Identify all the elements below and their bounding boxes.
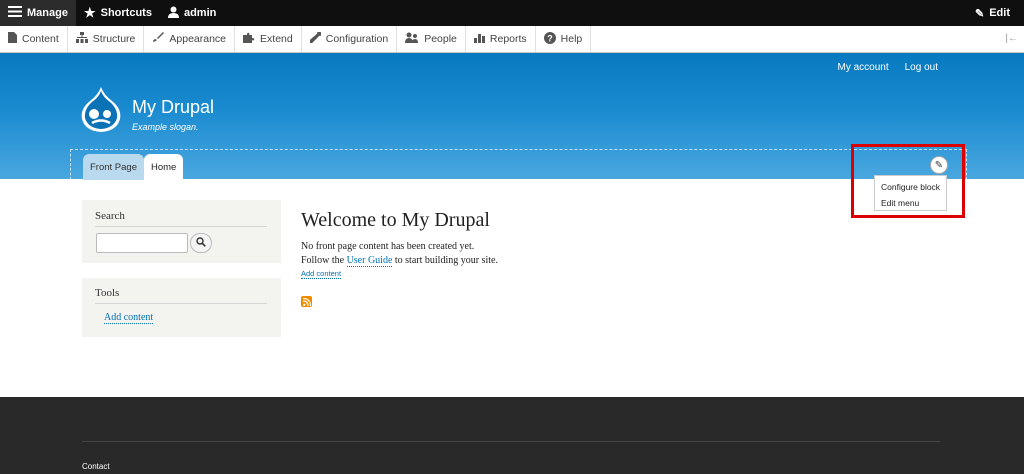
tray-label-people: People	[424, 33, 457, 45]
puzzle-icon	[243, 32, 255, 46]
tools-block: Tools Add content	[82, 278, 281, 337]
question-icon: ?	[543, 31, 556, 47]
page-icon	[8, 32, 17, 46]
log-out-link[interactable]: Log out	[905, 62, 938, 73]
search-input[interactable]	[96, 233, 188, 253]
user-guide-prefix: Follow the	[301, 255, 345, 266]
secondary-menu: My account Log out	[837, 62, 938, 73]
configure-block-link[interactable]: Configure block	[881, 179, 946, 195]
sitemap-icon	[75, 32, 88, 46]
footer-contact-link[interactable]: Contact	[82, 462, 110, 471]
tools-block-divider	[95, 303, 267, 304]
wrench-icon	[308, 31, 322, 46]
tray-label-content: Content	[22, 33, 59, 45]
hamburger-menu-icon	[8, 6, 22, 20]
svg-text:?: ?	[547, 33, 553, 43]
tray-item-content[interactable]: Content	[0, 26, 68, 52]
tray-item-help[interactable]: ? Help	[536, 26, 592, 52]
tray-label-appearance: Appearance	[169, 33, 227, 45]
search-button[interactable]	[190, 233, 212, 253]
tray-orientation-toggle-icon[interactable]: |←	[1005, 33, 1018, 44]
tray-item-extend[interactable]: Extend	[235, 26, 302, 52]
user-button[interactable]: admin	[160, 0, 224, 26]
search-icon	[196, 236, 206, 250]
search-block-divider	[95, 226, 267, 227]
user-label: admin	[183, 7, 217, 19]
user-guide-link[interactable]: User Guide	[346, 255, 393, 267]
shortcuts-button[interactable]: ★ Shortcuts	[76, 0, 160, 26]
main-navigation-region	[70, 149, 967, 180]
tray-item-reports[interactable]: Reports	[466, 26, 536, 52]
site-slogan: Example slogan.	[132, 122, 199, 132]
tray-item-structure[interactable]: Structure	[68, 26, 145, 52]
tab-front-page[interactable]: Front Page	[83, 154, 144, 180]
empty-front-message: No front page content has been created y…	[301, 241, 475, 252]
bar-chart-icon	[473, 32, 485, 46]
user-guide-suffix: to start building your site.	[394, 255, 498, 266]
tray-label-structure: Structure	[92, 33, 136, 45]
drupal-logo-icon[interactable]	[80, 87, 122, 133]
tray-item-appearance[interactable]: Appearance	[144, 26, 236, 52]
tray-label-extend: Extend	[260, 33, 293, 45]
edit-menu-link[interactable]: Edit menu	[881, 195, 946, 211]
site-footer: Contact	[0, 397, 1024, 474]
tray-label-configuration: Configuration	[325, 33, 389, 45]
brush-icon	[152, 32, 165, 46]
contextual-pencil-icon[interactable]: ✎	[930, 156, 948, 174]
tray-label-help: Help	[560, 33, 583, 45]
tab-home[interactable]: Home	[144, 154, 184, 180]
manage-button[interactable]: Manage	[0, 0, 76, 26]
search-block-title: Search	[95, 210, 125, 222]
main-add-content-link[interactable]: Add content	[301, 269, 342, 279]
manage-label: Manage	[27, 7, 68, 19]
admin-tray: Content Structure Appearance Extend Conf…	[0, 26, 1024, 53]
edit-button[interactable]: ✎ Edit	[967, 0, 1018, 26]
admin-toolbar: Manage ★ Shortcuts admin ✎ Edit	[0, 0, 1024, 26]
pencil-icon: ✎	[975, 7, 985, 20]
page-title: Welcome to My Drupal	[301, 209, 490, 231]
tray-item-configuration[interactable]: Configuration	[302, 26, 398, 52]
tools-block-title: Tools	[95, 287, 120, 299]
tray-item-people[interactable]: People	[397, 26, 466, 52]
footer-divider	[82, 441, 940, 442]
search-block: Search	[82, 200, 281, 263]
edit-label: Edit	[989, 7, 1010, 19]
my-account-link[interactable]: My account	[837, 62, 888, 73]
tray-label-reports: Reports	[489, 33, 527, 45]
shortcuts-label: Shortcuts	[100, 7, 152, 19]
user-icon	[167, 6, 179, 21]
user-guide-message: Follow the User Guide to start building …	[301, 255, 498, 267]
rss-feed-icon[interactable]	[301, 296, 312, 307]
people-icon	[405, 32, 419, 46]
contextual-menu: Configure block Edit menu	[874, 175, 947, 211]
tools-add-content-link[interactable]: Add content	[104, 312, 154, 324]
star-icon: ★	[83, 5, 96, 20]
site-name[interactable]: My Drupal	[132, 97, 214, 118]
